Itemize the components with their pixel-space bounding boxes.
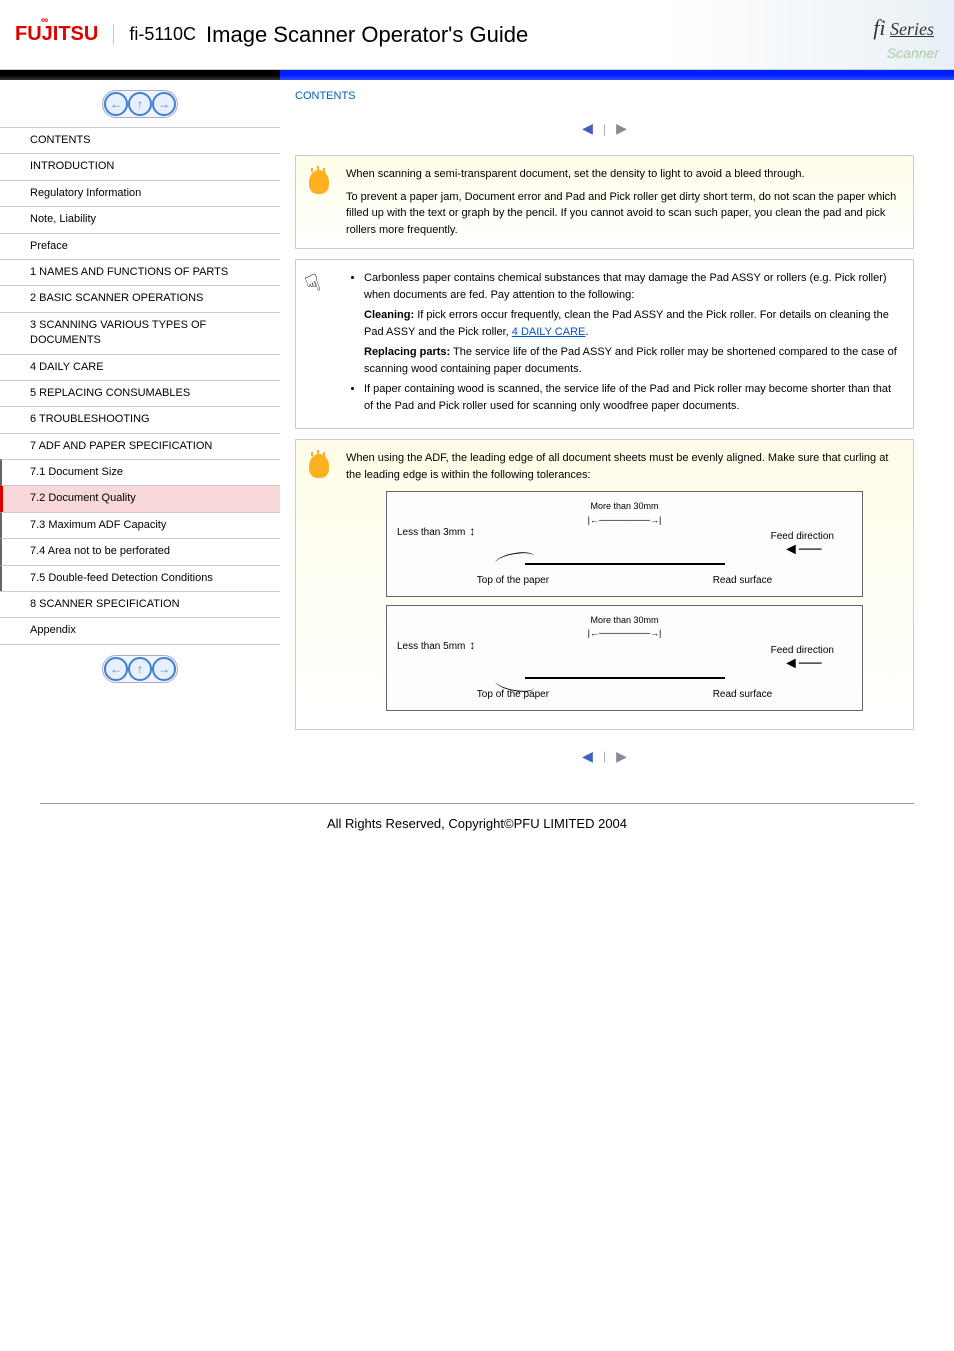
attention-box: ☟ Carbonless paper contains chemical sub…: [295, 259, 914, 429]
nav-controls-bottom: ← ↑ →: [0, 645, 280, 693]
toc-item[interactable]: 5 REPLACING CONSUMABLES: [0, 380, 280, 407]
toc-item[interactable]: 1 NAMES AND FUNCTIONS OF PARTS: [0, 259, 280, 286]
toc-item[interactable]: 8 SCANNER SPECIFICATION: [0, 591, 280, 618]
toc-item-active[interactable]: 7.2 Document Quality: [0, 485, 280, 512]
toc-item[interactable]: 3 SCANNING VARIOUS TYPES OF DOCUMENTS: [0, 312, 280, 355]
nav-up-button[interactable]: ↑: [128, 657, 152, 681]
toc-item[interactable]: 7.3 Maximum ADF Capacity: [0, 512, 280, 539]
main-topbar: [280, 70, 954, 80]
sidebar: ← ↑ → CONTENTS INTRODUCTION Regulatory I…: [0, 70, 280, 783]
lightbulb-icon: [306, 450, 336, 480]
toc-item[interactable]: 7.4 Area not to be perforated: [0, 538, 280, 565]
nav-up-button[interactable]: ↑: [128, 92, 152, 116]
breadcrumb[interactable]: CONTENTS: [295, 80, 914, 112]
top-of-paper-label: Top of the paper: [477, 573, 549, 588]
feed-direction-label: Feed direction ◄──: [771, 643, 834, 671]
page-nav-separator: |: [603, 122, 606, 136]
toc-item[interactable]: 2 BASIC SCANNER OPERATIONS: [0, 285, 280, 312]
curl-diagram-1: More than 30mm|←────────→| Feed directio…: [386, 491, 863, 597]
model-number: fi-5110C: [113, 24, 196, 45]
doc-title: Image Scanner Operator's Guide: [206, 22, 528, 48]
next-page-button[interactable]: ▶: [616, 120, 627, 137]
scanner-watermark: Scanner: [887, 45, 939, 61]
hint-box-2: When using the ADF, the leading edge of …: [295, 439, 914, 730]
toc-item[interactable]: 6 TROUBLESHOOTING: [0, 406, 280, 433]
toc-item[interactable]: 7.5 Double-feed Detection Conditions: [0, 565, 280, 592]
hint-content: When scanning a semi-transparent documen…: [346, 166, 903, 238]
nav-forward-button[interactable]: →: [152, 657, 176, 681]
toc-item[interactable]: Regulatory Information: [0, 180, 280, 207]
attention-content: Carbonless paper contains chemical subst…: [346, 270, 903, 418]
toc-item[interactable]: Note, Liability: [0, 206, 280, 233]
main-content: CONTENTS ◀ | ▶ When scanning a semi-tran…: [280, 70, 954, 783]
read-surface-label: Read surface: [713, 573, 772, 588]
prev-page-button[interactable]: ◀: [582, 748, 593, 765]
toc-item[interactable]: CONTENTS: [0, 127, 280, 154]
toc-item[interactable]: 7.1 Document Size: [0, 459, 280, 486]
next-page-button[interactable]: ▶: [616, 748, 627, 765]
feed-direction-label: Feed direction ◄──: [771, 529, 834, 557]
attention-item: If paper containing wood is scanned, the…: [364, 381, 903, 414]
curl-diagram-2: More than 30mm|←────────→| Feed directio…: [386, 605, 863, 711]
height-measure: Less than 3mm↕: [397, 522, 475, 540]
sidebar-topbar: [0, 70, 280, 80]
page-nav-top: ◀ | ▶: [295, 112, 914, 145]
width-measure: More than 30mm|←────────→|: [588, 614, 662, 641]
page-nav-bottom: ◀ | ▶: [295, 740, 914, 773]
attention-cleaning: Cleaning: If pick errors occur frequentl…: [346, 307, 903, 340]
read-surface-label: Read surface: [713, 687, 772, 702]
nav-controls-top: ← ↑ →: [0, 80, 280, 128]
prev-page-button[interactable]: ◀: [582, 120, 593, 137]
toc-item[interactable]: 7 ADF AND PAPER SPECIFICATION: [0, 433, 280, 460]
footer-copyright: All Rights Reserved, Copyright©PFU LIMIT…: [40, 803, 914, 843]
hint-content: When using the ADF, the leading edge of …: [346, 450, 903, 719]
toc-item[interactable]: INTRODUCTION: [0, 153, 280, 180]
attention-replacing: Replacing parts: The service life of the…: [346, 344, 903, 377]
daily-care-link[interactable]: 4 DAILY CARE: [512, 326, 586, 338]
height-measure: Less than 5mm↕: [397, 636, 475, 654]
paper-line: [525, 563, 725, 565]
series-logo: fi Series: [873, 15, 934, 41]
hint-intro-text: When using the ADF, the leading edge of …: [346, 450, 903, 483]
toc-item[interactable]: Appendix: [0, 617, 280, 644]
toc-item[interactable]: 4 DAILY CARE: [0, 354, 280, 381]
nav-back-button[interactable]: ←: [104, 92, 128, 116]
page-nav-separator: |: [603, 749, 606, 763]
hint-box-1: When scanning a semi-transparent documen…: [295, 155, 914, 249]
brand-logo: ∞ FUJITSU: [15, 23, 98, 46]
table-of-contents: CONTENTS INTRODUCTION Regulatory Informa…: [0, 127, 280, 645]
nav-back-button[interactable]: ←: [104, 657, 128, 681]
lightbulb-icon: [306, 166, 336, 196]
paper-line: [525, 677, 725, 679]
toc-item[interactable]: Preface: [0, 233, 280, 260]
attention-item: Carbonless paper contains chemical subst…: [364, 270, 903, 303]
attention-hand-icon: ☟: [306, 270, 336, 300]
nav-forward-button[interactable]: →: [152, 92, 176, 116]
width-measure: More than 30mm|←────────→|: [588, 500, 662, 527]
page-header: ∞ FUJITSU fi-5110C Image Scanner Operato…: [0, 0, 954, 70]
